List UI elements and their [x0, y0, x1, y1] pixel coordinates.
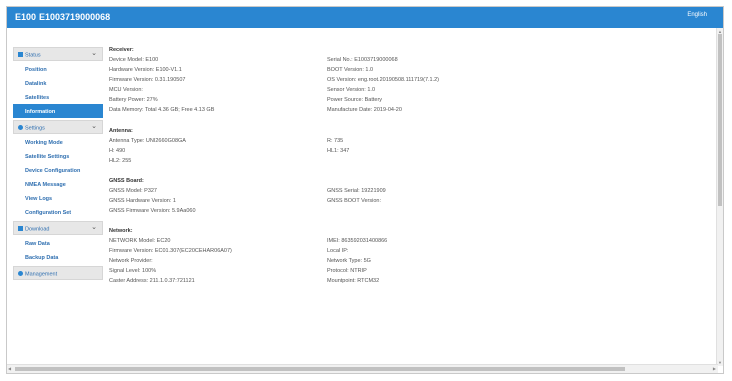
antenna-type-field: Antenna Type: UNI2660G08GA [109, 138, 186, 144]
chevron-down-icon: ⌄ [91, 224, 97, 231]
gnss-hardware-version-field: GNSS Hardware Version: 1 [109, 198, 176, 204]
sensor-version-field: Sensor Version: 1.0 [327, 87, 376, 93]
scroll-down-icon[interactable]: ▼ [718, 360, 722, 365]
antenna-r-field: R: 735 [327, 138, 344, 144]
device-model-field: Device Model: E100 [109, 57, 159, 63]
serial-no-field: Serial No.: E1003719000068 [327, 57, 398, 63]
sidebar-item-datalink[interactable]: Datalink [13, 76, 103, 90]
app-window: E100 E1003719000068 English Status ⌄ Posi… [6, 6, 724, 374]
sidebar-item-position[interactable]: Position [13, 62, 103, 76]
protocol-field: Protocol: NTRIP [327, 268, 367, 274]
sidebar-item-working-mode[interactable]: Working Mode [13, 135, 103, 149]
boot-version-field: BOOT Version: 1.0 [327, 67, 374, 73]
battery-power-field: Battery Power: 27% [109, 97, 158, 103]
sidebar-item-configuration-set[interactable]: Configuration Set [13, 205, 103, 219]
hardware-version-field: Hardware Version: E100-V1.1 [109, 67, 182, 73]
sidebar-group-label: Status [25, 52, 41, 59]
gear-icon [18, 125, 23, 130]
info-icon [18, 271, 23, 276]
gnss-section-title: GNSS Board: [109, 178, 144, 184]
gnss-serial-field: GNSS Serial: 19221909 [327, 188, 386, 194]
gnss-boot-version-field: GNSS BOOT Version: [327, 198, 382, 204]
gnss-model-field: GNSS Model: P327 [109, 188, 157, 194]
sidebar-item-satellite-settings[interactable]: Satellite Settings [13, 149, 103, 163]
network-firmware-version-field: Firmware Version: EC01.307(EC20CEHAR06A0… [109, 248, 232, 254]
vertical-scrollbar[interactable]: ▲ ▼ [716, 28, 723, 366]
antenna-hl1-field: HL1: 347 [327, 148, 350, 154]
status-icon [18, 52, 23, 57]
sidebar-item-device-configuration[interactable]: Device Configuration [13, 163, 103, 177]
vertical-scroll-thumb[interactable] [718, 34, 722, 206]
receiver-section-title: Receiver: [109, 47, 134, 53]
network-type-field: Network Type: 5G [327, 258, 371, 264]
signal-level-field: Signal Level: 100% [109, 268, 157, 274]
language-selector[interactable]: English [687, 12, 707, 18]
local-ip-field: Local IP: [327, 248, 349, 254]
device-title: E100 E1003719000068 [15, 12, 110, 22]
sidebar-item-backup-data[interactable]: Backup Data [13, 250, 103, 264]
sidebar-group-label: Management [25, 271, 58, 278]
device-model: E100 [15, 12, 37, 22]
sidebar-item-view-logs[interactable]: View Logs [13, 191, 103, 205]
horizontal-scroll-thumb[interactable] [15, 367, 625, 371]
scroll-right-icon[interactable]: ▶ [713, 366, 716, 371]
chevron-down-icon: ⌄ [91, 123, 97, 130]
gnss-firmware-version-field: GNSS Firmware Version: 5.9Aa060 [109, 208, 196, 214]
antenna-hl2-field: HL2: 255 [109, 158, 132, 164]
network-section-title: Network: [109, 228, 133, 234]
sidebar-item-information[interactable]: Information [13, 104, 103, 118]
sidebar-item-nmea-message[interactable]: NMEA Message [13, 177, 103, 191]
sidebar-group-status[interactable]: Status ⌄ [13, 47, 103, 61]
scroll-left-icon[interactable]: ◀ [8, 366, 11, 371]
chevron-down-icon: ⌄ [91, 50, 97, 57]
manufacture-date-field: Manufacture Date: 2019-04-20 [327, 107, 402, 113]
header-bar: E100 E1003719000068 English [7, 7, 723, 28]
power-source-field: Power Source: Battery [327, 97, 383, 103]
sidebar-group-management[interactable]: Management [13, 266, 103, 280]
antenna-section-title: Antenna: [109, 128, 133, 134]
network-model-field: NETWORK Model: EC20 [109, 238, 171, 244]
mcu-version-field: MCU Version: [109, 87, 143, 93]
download-icon [18, 226, 23, 231]
mountpoint-field: Mountpoint: RTCM32 [327, 278, 380, 284]
sidebar-group-label: Settings [25, 125, 45, 132]
firmware-version-field: Firmware Version: 0.31.190507 [109, 77, 186, 83]
sidebar-group-download[interactable]: Download ⌄ [13, 221, 103, 235]
horizontal-scrollbar[interactable]: ◀ ▶ [7, 364, 718, 373]
device-serial: E1003719000068 [39, 12, 111, 22]
caster-address-field: Caster Address: 211.1.0.37:721121 [109, 278, 195, 284]
data-memory-field: Data Memory: Total 4.36 GB; Free 4.13 GB [109, 107, 215, 113]
sidebar-group-settings[interactable]: Settings ⌄ [13, 120, 103, 134]
network-provider-field: Network Provider: [109, 258, 153, 264]
antenna-h-field: H: 490 [109, 148, 126, 154]
sidebar-item-satellites[interactable]: Satellites [13, 90, 103, 104]
sidebar-group-label: Download [25, 226, 50, 233]
sidebar-item-raw-data[interactable]: Raw Data [13, 236, 103, 250]
os-version-field: OS Version: eng.root.20190508.111719(7.1… [327, 77, 440, 83]
imei-field: IMEI: 863592031400866 [327, 238, 388, 244]
sidebar: Status ⌄ Position Datalink Satellites In… [13, 47, 103, 281]
